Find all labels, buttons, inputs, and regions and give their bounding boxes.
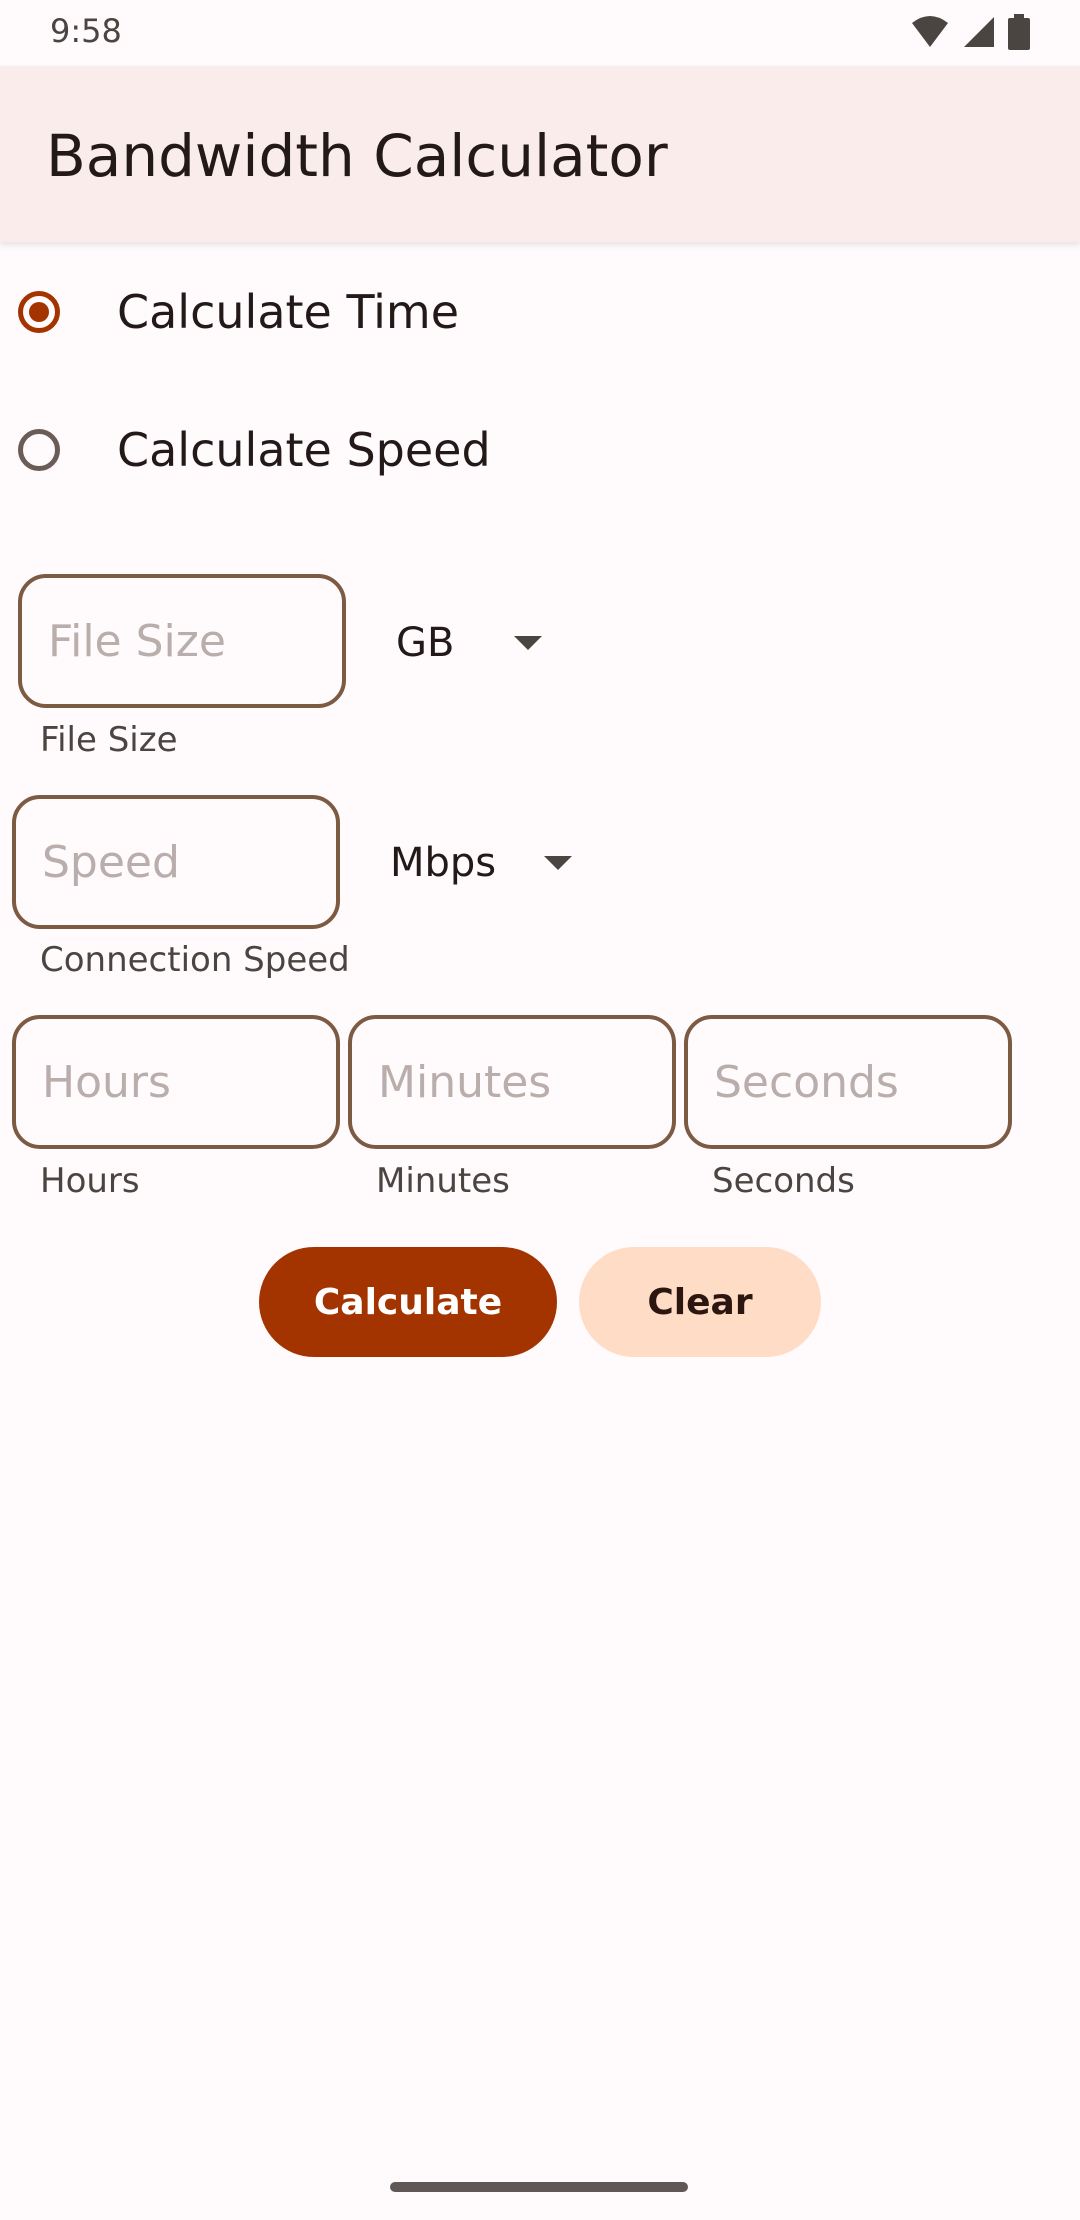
- speed-input[interactable]: [42, 836, 336, 888]
- radio-calculate-speed[interactable]: Calculate Speed: [0, 400, 1080, 500]
- file-size-field[interactable]: [18, 574, 346, 708]
- radio-calculate-time[interactable]: Calculate Time: [0, 262, 1080, 362]
- file-size-unit-value: GB: [396, 620, 455, 666]
- hours-input[interactable]: [42, 1056, 336, 1108]
- app-bar: Bandwidth Calculator: [0, 66, 1080, 242]
- minutes-field[interactable]: [348, 1015, 676, 1149]
- status-icons: [910, 14, 1030, 50]
- radio-button-checked-icon[interactable]: [18, 291, 60, 333]
- wifi-icon: [912, 16, 948, 47]
- clear-button[interactable]: Clear: [579, 1247, 821, 1357]
- minutes-input[interactable]: [378, 1056, 672, 1108]
- hours-field[interactable]: [12, 1015, 340, 1149]
- minutes-label: Minutes: [376, 1161, 510, 1201]
- radio-label-calculate-speed: Calculate Speed: [117, 423, 491, 477]
- radio-button-unchecked-icon[interactable]: [18, 429, 60, 471]
- seconds-input[interactable]: [714, 1056, 1008, 1108]
- speed-unit-value: Mbps: [390, 840, 497, 886]
- chevron-down-icon: [514, 636, 543, 650]
- file-size-label: File Size: [40, 720, 178, 760]
- app-title: Bandwidth Calculator: [46, 122, 668, 190]
- speed-field[interactable]: [12, 795, 340, 929]
- calculate-button[interactable]: Calculate: [259, 1247, 557, 1357]
- connection-speed-label: Connection Speed: [40, 940, 350, 980]
- seconds-field[interactable]: [684, 1015, 1012, 1149]
- radio-label-calculate-time: Calculate Time: [117, 285, 460, 339]
- cellular-signal-icon: [964, 17, 994, 47]
- seconds-label: Seconds: [712, 1161, 855, 1201]
- file-size-input[interactable]: [48, 615, 342, 667]
- battery-icon: [1008, 14, 1030, 50]
- home-indicator[interactable]: [390, 2182, 688, 2192]
- status-time: 9:58: [50, 12, 122, 50]
- file-size-unit-dropdown[interactable]: GB: [396, 618, 546, 668]
- speed-unit-dropdown[interactable]: Mbps: [390, 838, 590, 888]
- hours-label: Hours: [40, 1161, 140, 1201]
- status-bar: 9:58: [0, 0, 1080, 66]
- chevron-down-icon: [544, 856, 573, 870]
